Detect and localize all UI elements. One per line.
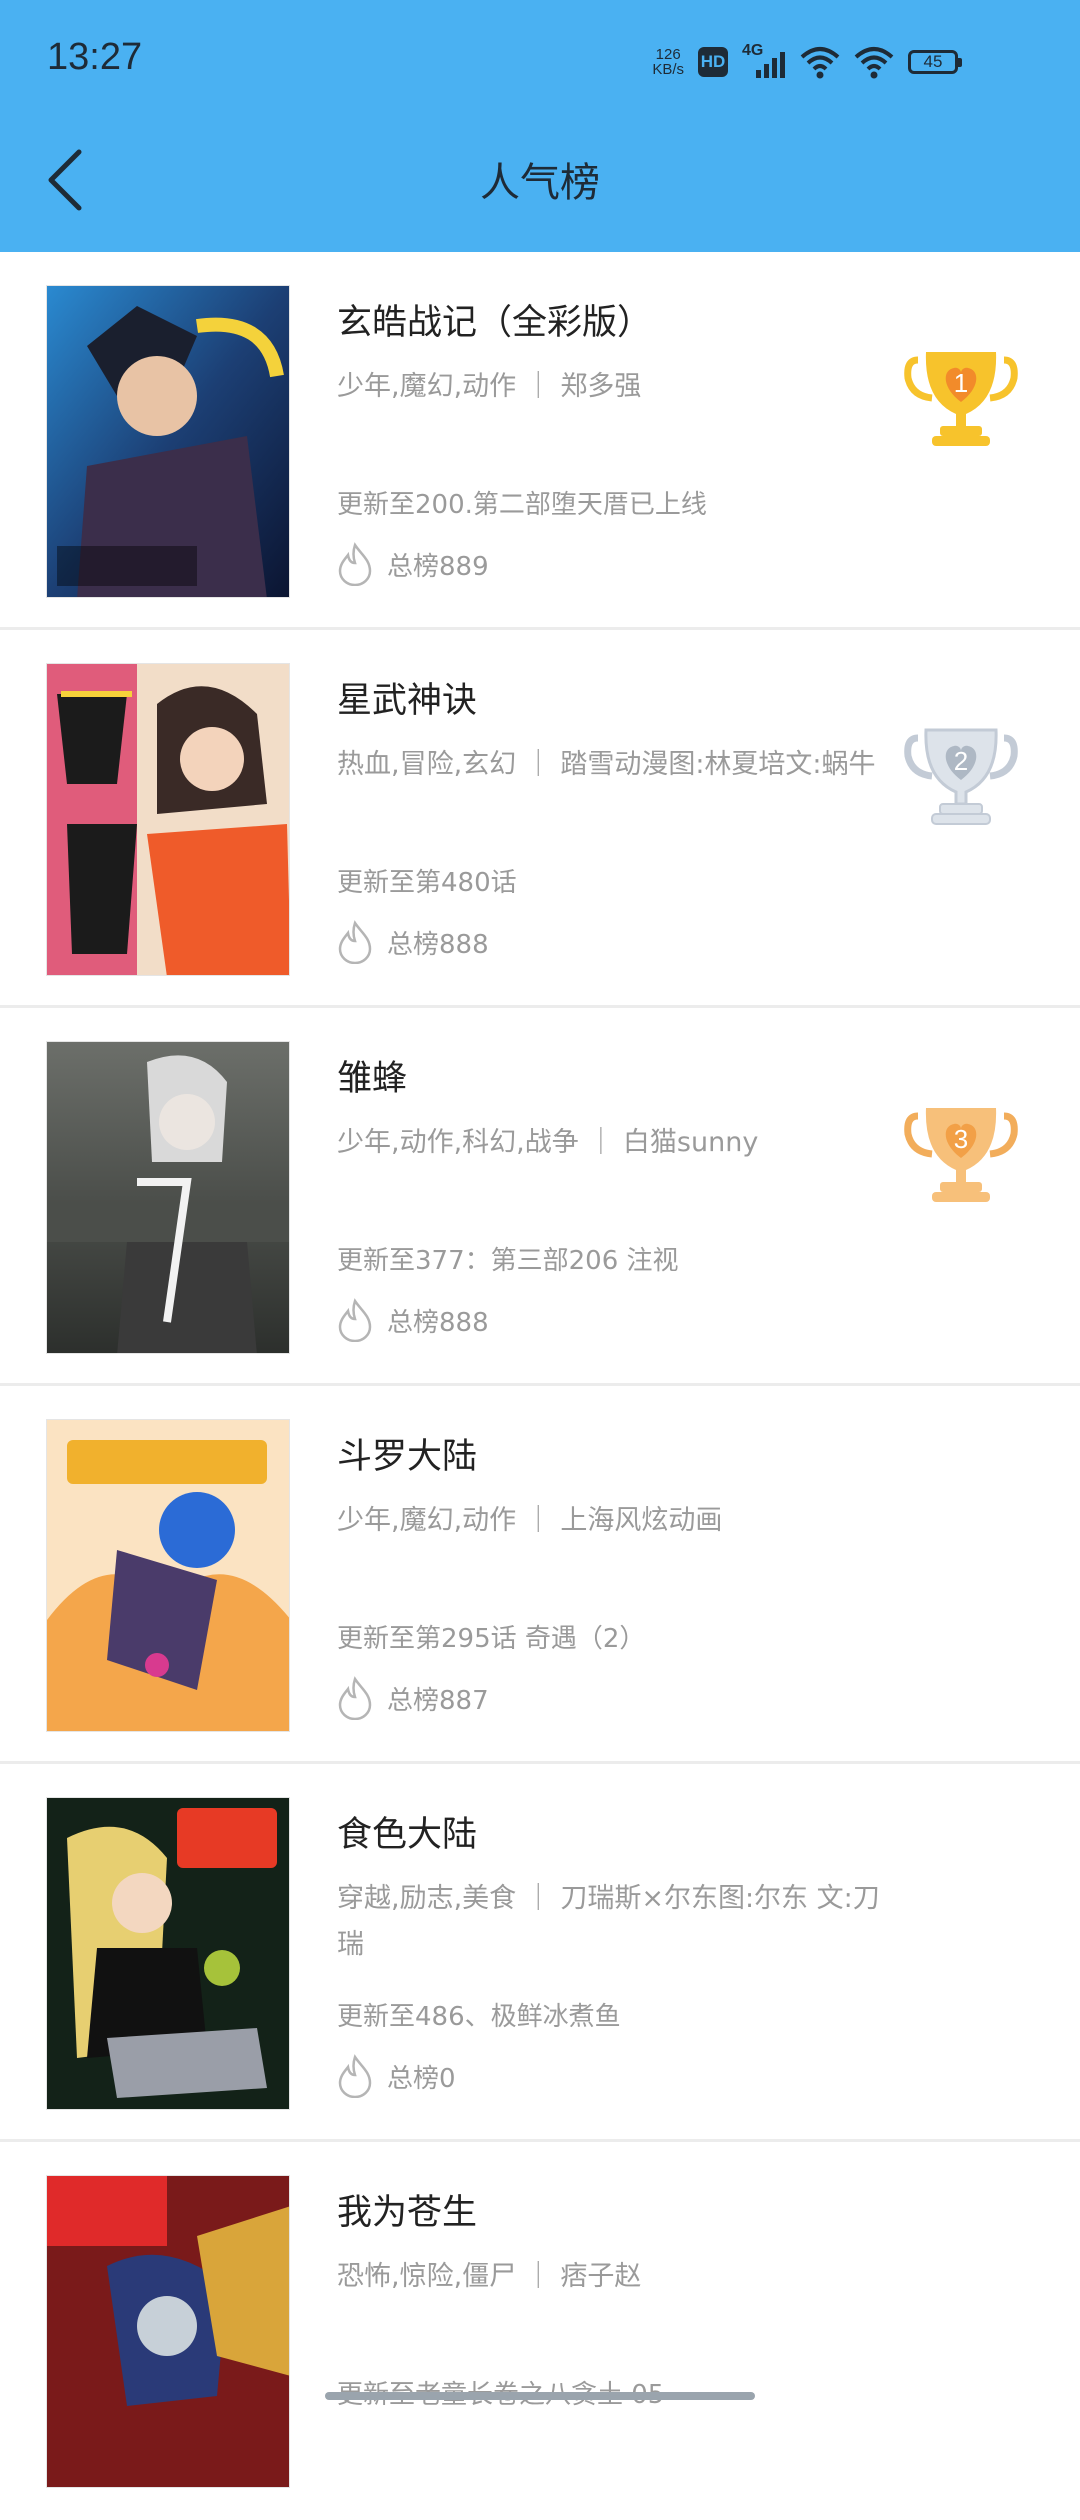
comic-cover[interactable] — [46, 1797, 290, 2110]
rank-info: 总榜888 — [335, 1298, 489, 1342]
home-indicator[interactable] — [325, 2392, 755, 2400]
battery-icon: 45 — [908, 50, 962, 74]
rank-info: 总榜887 — [335, 1676, 489, 1720]
net-speed: 126 KB/s — [652, 46, 684, 78]
comic-cover[interactable] — [46, 2175, 290, 2488]
rank-label: 总榜888 — [387, 929, 489, 960]
flame-icon — [338, 1676, 372, 1720]
list-item[interactable]: 雏蜂 少年,动作,科幻,战争 ｜ 白猫sunny 更新至377：第三部206 注… — [0, 1008, 1080, 1386]
comic-title[interactable]: 星武神诀 — [337, 672, 477, 723]
comic-tags: 少年,动作,科幻,战争 ｜ 白猫sunny — [337, 1127, 759, 1158]
comic-tags: 穿越,励志,美食 ｜ 刀瑞斯×尔东图:尔东 文:刀瑞 — [337, 1883, 880, 1960]
rank-info: 总榜889 — [335, 542, 489, 586]
trophy-gold-icon: 1 — [904, 352, 1018, 446]
flame-icon — [338, 1298, 372, 1342]
rank-info: 总榜888 — [335, 920, 489, 964]
rank-label: 总榜0 — [387, 2063, 456, 2094]
wifi-icon — [854, 47, 894, 79]
rank-label: 总榜889 — [387, 551, 489, 582]
rank-info: 总榜0 — [335, 2054, 456, 2098]
update-info: 更新至486、极鲜冰煮鱼 — [337, 2002, 621, 2032]
comic-title[interactable]: 玄皓战记（全彩版） — [337, 294, 652, 345]
list-item[interactable]: 玄皓战记（全彩版） 少年,魔幻,动作 ｜ 郑多强 更新至200.第二部堕天厝已上… — [0, 252, 1080, 630]
comic-cover[interactable] — [46, 285, 290, 598]
list-item[interactable]: 星武神诀 热血,冒险,玄幻 ｜ 踏雪动漫图:林夏培文:蜗牛 更新至第480话 总… — [0, 630, 1080, 1008]
trophy-bronze-icon: 3 — [904, 1108, 1018, 1202]
trophy-silver-icon: 2 — [904, 728, 1018, 825]
update-info: 更新至200.第二部堕天厝已上线 — [337, 490, 707, 520]
comic-tags: 少年,魔幻,动作 ｜ 郑多强 — [337, 371, 642, 402]
comic-tags: 恐怖,惊险,僵尸 ｜ 痞子赵 — [337, 2261, 642, 2292]
comic-title[interactable]: 雏蜂 — [337, 1050, 407, 1101]
comic-title[interactable]: 斗罗大陆 — [337, 1428, 477, 1479]
comic-title[interactable]: 我为苍生 — [337, 2184, 477, 2235]
list-item[interactable]: 食色大陆 穿越,励志,美食 ｜ 刀瑞斯×尔东图:尔东 文:刀瑞 更新至486、极… — [0, 1764, 1080, 2142]
update-info: 更新至377：第三部206 注视 — [337, 1246, 679, 1276]
list-item[interactable]: 我为苍生 恐怖,惊险,僵尸 ｜ 痞子赵 更新至老童长卷之八贪土 05 — [0, 2142, 1080, 2520]
flame-icon — [338, 542, 372, 586]
svg-text:1: 1 — [954, 368, 968, 398]
comic-tags: 少年,魔幻,动作 ｜ 上海风炫动画 — [337, 1505, 723, 1536]
status-time: 13:27 — [47, 36, 143, 78]
flame-icon — [338, 920, 372, 964]
rank-label: 总榜888 — [387, 1307, 489, 1338]
svg-text:2: 2 — [954, 746, 968, 776]
update-info: 更新至第480话 — [337, 868, 517, 898]
page-title: 人气榜 — [480, 160, 600, 206]
ranking-list: 玄皓战记（全彩版） 少年,魔幻,动作 ｜ 郑多强 更新至200.第二部堕天厝已上… — [0, 252, 1080, 2520]
comic-tags: 热血,冒险,玄幻 ｜ 踏雪动漫图:林夏培文:蜗牛 — [337, 749, 876, 780]
comic-title[interactable]: 食色大陆 — [337, 1806, 477, 1857]
header-bar: 13:27 126 KB/s HD 4G 45 人气榜 — [0, 0, 1080, 252]
update-info: 更新至第295话 奇遇（2） — [337, 1624, 646, 1654]
rank-label: 总榜887 — [387, 1685, 489, 1716]
signal-4g-icon: 4G — [742, 42, 786, 80]
comic-cover[interactable] — [46, 1041, 290, 1354]
wifi-icon — [800, 47, 840, 79]
status-icons: 126 KB/s HD 4G 45 — [652, 38, 962, 86]
flame-icon — [338, 2054, 372, 2098]
comic-cover[interactable] — [46, 1419, 290, 1732]
hd-icon: HD — [698, 47, 728, 77]
list-item[interactable]: 斗罗大陆 少年,魔幻,动作 ｜ 上海风炫动画 更新至第295话 奇遇（2） 总榜… — [0, 1386, 1080, 1764]
comic-cover[interactable] — [46, 663, 290, 976]
svg-text:3: 3 — [954, 1124, 968, 1154]
